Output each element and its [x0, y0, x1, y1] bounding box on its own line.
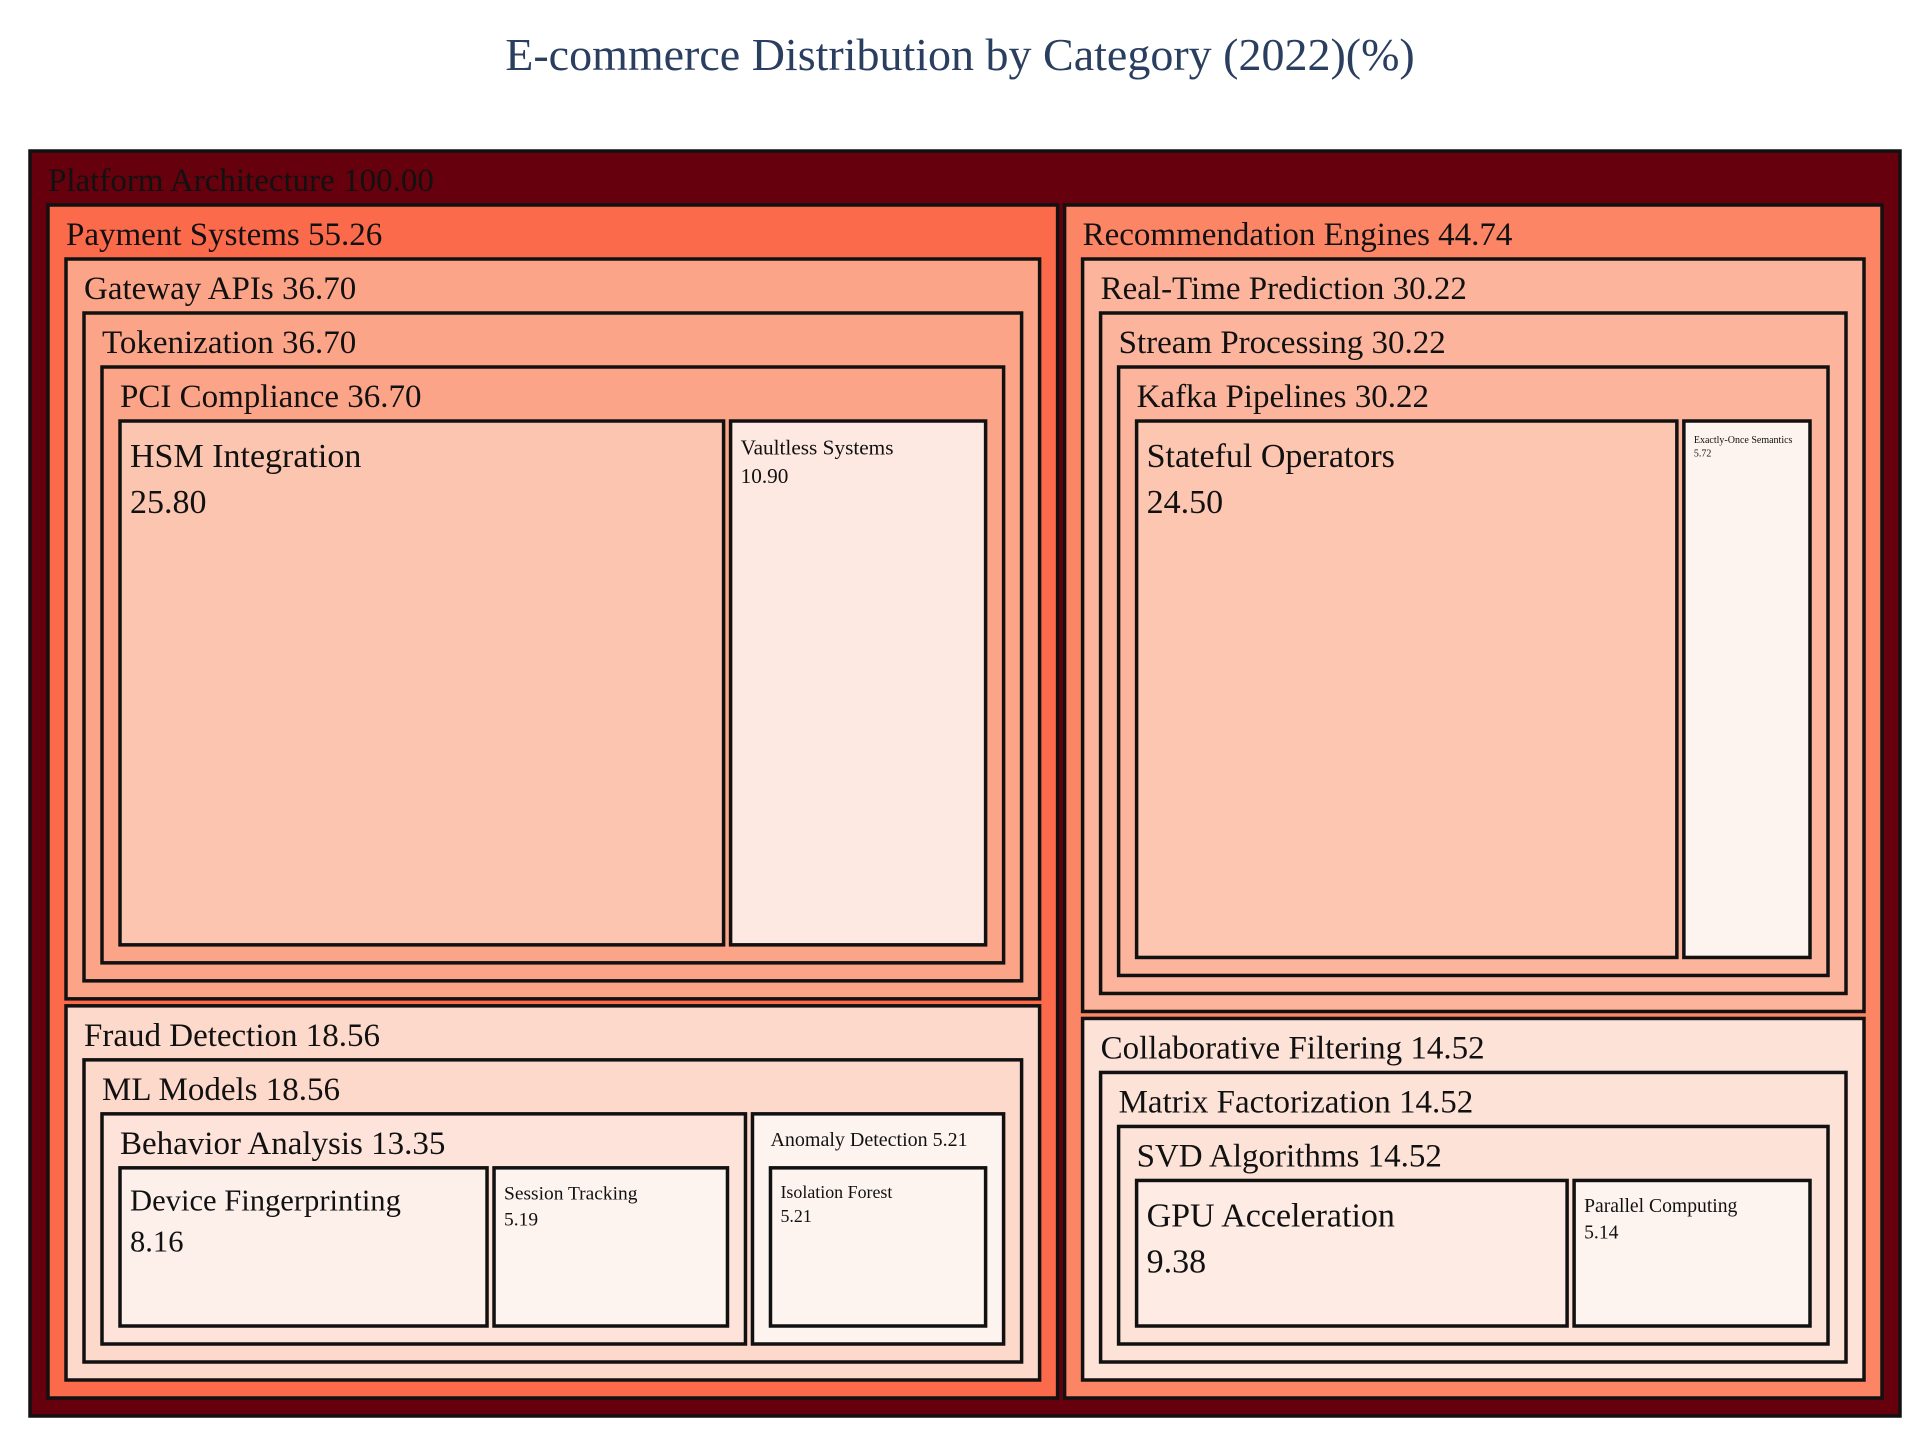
tile-label-anomaly-detection: Anomaly Detection 5.21 [770, 1129, 967, 1151]
tile-label-isolation-forest: Isolation Forest [780, 1182, 892, 1202]
tile-label-parallel-computing: Parallel Computing [1584, 1195, 1737, 1217]
tile-value-device-fingerprinting: 8.16 [130, 1225, 184, 1259]
tile-label-exactly-once-semantics: Exactly-Once Semantics [1694, 435, 1793, 446]
tile-label-device-fingerprinting: Device Fingerprinting [130, 1183, 401, 1217]
tile-label-hsm-integration: HSM Integration [130, 438, 361, 475]
tile-value-isolation-forest: 5.21 [780, 1206, 811, 1226]
tile-value-gpu-acceleration: 9.38 [1147, 1243, 1207, 1280]
tile-label-behavior-analysis: Behavior Analysis 13.35 [120, 1126, 445, 1162]
tile-label-session-tracking: Session Tracking [504, 1183, 638, 1204]
tile-value-hsm-integration: 25.80 [130, 484, 207, 521]
tile-value-stateful-operators: 24.50 [1147, 484, 1224, 521]
tile-label-tokenization: Tokenization 36.70 [102, 325, 356, 361]
tile-label-stateful-operators: Stateful Operators [1147, 438, 1395, 475]
tile-label-fraud-detection: Fraud Detection 18.56 [84, 1018, 380, 1054]
tile-value-parallel-computing: 5.14 [1584, 1222, 1619, 1244]
tile-value-session-tracking: 5.19 [504, 1210, 538, 1231]
tile-label-gpu-acceleration: GPU Acceleration [1147, 1197, 1395, 1234]
tile-label-gateway-apis: Gateway APIs 36.70 [84, 271, 356, 307]
tile-label-platform-architecture: Platform Architecture 100.00 [48, 163, 434, 199]
tile-label-vaultless-systems: Vaultless Systems [741, 435, 894, 459]
tile-label-collaborative-filtering: Collaborative Filtering 14.52 [1101, 1030, 1485, 1066]
tile-hsm-integration [118, 419, 726, 947]
tile-label-payment-systems: Payment Systems 55.26 [66, 217, 382, 253]
tile-label-recommendation-engines: Recommendation Engines 44.74 [1083, 217, 1513, 253]
tile-label-stream-processing: Stream Processing 30.22 [1119, 325, 1446, 361]
tile-vaultless-systems [728, 419, 988, 947]
tile-label-real-time-prediction: Real-Time Prediction 30.22 [1101, 271, 1467, 307]
tile-label-svd-algorithms: SVD Algorithms 14.52 [1137, 1138, 1442, 1174]
tile-value-vaultless-systems: 10.90 [741, 464, 789, 488]
tile-exactly-once-semantics [1682, 419, 1812, 960]
tile-label-pci-compliance: PCI Compliance 36.70 [120, 379, 422, 415]
tile-value-exactly-once-semantics: 5.72 [1694, 449, 1712, 460]
tile-label-ml-models: ML Models 18.56 [102, 1072, 340, 1108]
tile-label-matrix-factorization: Matrix Factorization 14.52 [1119, 1084, 1474, 1120]
treemap-chart: Platform Architecture 100.00 Payment Syst… [28, 149, 1902, 1418]
tile-label-kafka-pipelines: Kafka Pipelines 30.22 [1137, 379, 1429, 415]
